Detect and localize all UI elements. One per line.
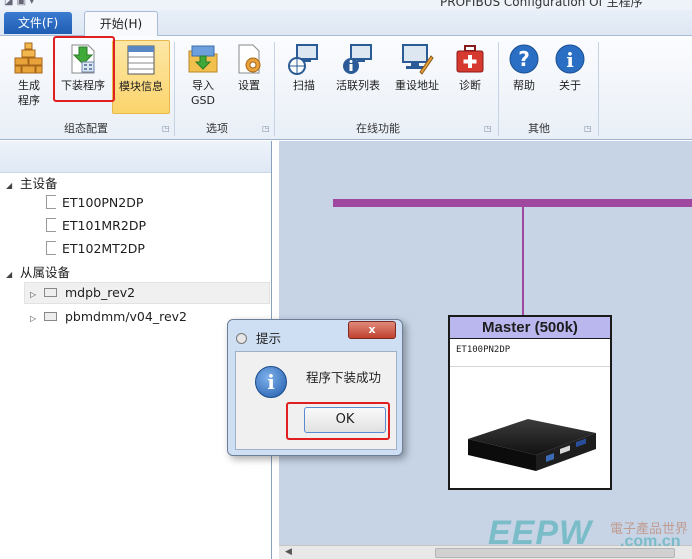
tab-file[interactable]: 文件(F) — [4, 12, 72, 34]
diagnose-button[interactable]: 诊断 — [448, 40, 492, 114]
tree-slave-item[interactable]: ▷ pbmdmm/v04_rev2 — [30, 309, 187, 324]
ok-highlight-box — [286, 402, 390, 440]
scan-network-icon — [288, 44, 318, 75]
dialog-close-button[interactable]: x — [348, 321, 396, 339]
ribbon: 生成 程序 下装程序 模块信息 组态配置 ◳ 导入 GSD 设置 选项 ◳ 扫描… — [0, 36, 692, 140]
document-icon — [46, 218, 56, 232]
watermark-brand: EEPW — [488, 514, 593, 552]
tree-slave-group[interactable]: ◢ 从属设备 — [6, 262, 70, 281]
import-gsd-button[interactable]: 导入 GSD — [182, 40, 224, 114]
first-aid-kit-icon — [456, 45, 484, 73]
module-icon — [43, 312, 57, 321]
active-list-icon — [343, 44, 372, 74]
title-bar: ◪ ▣ ▾ PROFIBUS Configuration Of 主程序 — [0, 0, 692, 10]
settings-label: 设置 — [238, 79, 260, 92]
bricks-icon — [14, 42, 43, 74]
device-image — [468, 419, 596, 471]
dialog-launcher-icon[interactable]: ◳ — [262, 124, 270, 133]
group-label-other: 其他 — [528, 122, 550, 135]
dialog-launcher-icon[interactable]: ◳ — [484, 124, 492, 133]
group-label-options: 选项 — [206, 122, 228, 135]
tree-master-group-label: 主设备 — [19, 176, 58, 191]
profibus-line — [333, 199, 692, 207]
tree-slave-item-label: pbmdmm/v04_rev2 — [64, 309, 187, 324]
tree-master-item-label: ET102MT2DP — [62, 241, 145, 256]
collapsed-caret-icon[interactable]: ▷ — [30, 314, 40, 323]
tree-master-item-label: ET100PN2DP — [62, 195, 144, 210]
active-list-label: 活联列表 — [336, 79, 380, 92]
module-info-button[interactable]: 模块信息 — [112, 40, 170, 114]
watermark-domain: .com.cn — [620, 533, 681, 550]
reset-address-icon — [402, 44, 434, 75]
generate-program-label: 生成 程序 — [18, 79, 40, 107]
module-icon — [43, 288, 57, 297]
reset-address-button[interactable]: 重设地址 — [390, 40, 444, 114]
tree-master-item-label: ET101MR2DP — [62, 218, 146, 233]
quick-access-toolbar[interactable]: ◪ ▣ ▾ — [4, 0, 34, 7]
ribbon-tab-row: 文件(F) 开始(H) — [0, 10, 692, 37]
tree-master-group[interactable]: ◢ 主设备 — [6, 173, 58, 192]
scan-button[interactable]: 扫描 — [282, 40, 326, 114]
diagnose-label: 诊断 — [459, 79, 481, 92]
dialog-launcher-icon[interactable]: ◳ — [162, 124, 170, 133]
document-icon — [46, 241, 56, 255]
dialog-app-icon — [236, 333, 247, 344]
ribbon-separator — [274, 42, 275, 136]
tree-master-item[interactable]: ET102MT2DP — [46, 241, 145, 256]
tree-panel-header — [0, 141, 271, 173]
settings-button[interactable]: 设置 — [230, 40, 268, 114]
dialog-title: 提示 — [256, 331, 282, 346]
info-icon: i — [255, 366, 287, 398]
expanded-caret-icon[interactable]: ◢ — [6, 181, 16, 190]
tab-home[interactable]: 开始(H) — [84, 11, 158, 37]
master-device-model: ET100PN2DP — [450, 339, 610, 367]
reset-address-label: 重设地址 — [395, 79, 439, 92]
about-button[interactable]: i 关于 — [550, 40, 590, 114]
about-info-icon: i — [555, 44, 585, 74]
group-label-online: 在线功能 — [356, 122, 400, 135]
generate-program-button[interactable]: 生成 程序 — [6, 40, 52, 114]
svg-text:?: ? — [518, 47, 530, 71]
tree-slave-group-label: 从属设备 — [19, 265, 70, 280]
folder-import-icon — [188, 45, 218, 73]
import-gsd-label: 导入 GSD — [191, 79, 215, 107]
module-info-label: 模块信息 — [119, 80, 163, 93]
scan-label: 扫描 — [293, 79, 315, 92]
dialog-message: 程序下装成功 — [306, 370, 382, 385]
expanded-caret-icon[interactable]: ◢ — [6, 270, 16, 279]
svg-text:i: i — [566, 48, 574, 72]
active-list-button[interactable]: 活联列表 — [330, 40, 386, 114]
collapsed-caret-icon[interactable]: ▷ — [30, 290, 40, 299]
help-question-icon: ? — [509, 44, 539, 74]
bus-drop-line — [522, 207, 524, 315]
window-title: PROFIBUS Configuration Of 主程序 — [440, 0, 643, 9]
settings-gear-icon — [238, 44, 261, 74]
tree-master-item[interactable]: ET101MR2DP — [46, 218, 146, 233]
download-highlight-box — [53, 36, 115, 102]
module-info-icon — [127, 45, 155, 75]
ribbon-separator — [598, 42, 599, 136]
tree-master-item[interactable]: ET100PN2DP — [46, 195, 143, 210]
help-label: 帮助 — [513, 79, 535, 92]
ribbon-separator — [498, 42, 499, 136]
master-device-block[interactable]: Master (500k) ET100PN2DP — [448, 315, 612, 490]
tree-slave-item-label: mdpb_rev2 — [64, 285, 136, 300]
group-label-config: 组态配置 — [64, 122, 108, 135]
ribbon-separator — [174, 42, 175, 136]
about-label: 关于 — [559, 79, 581, 92]
scroll-left-arrow-icon[interactable]: ◀ — [285, 547, 292, 557]
tree-slave-item[interactable]: ▷ mdpb_rev2 — [30, 285, 135, 300]
document-icon — [46, 195, 56, 209]
master-device-title: Master (500k) — [450, 317, 610, 339]
help-button[interactable]: ? 帮助 — [504, 40, 544, 114]
dialog-launcher-icon[interactable]: ◳ — [584, 124, 592, 133]
